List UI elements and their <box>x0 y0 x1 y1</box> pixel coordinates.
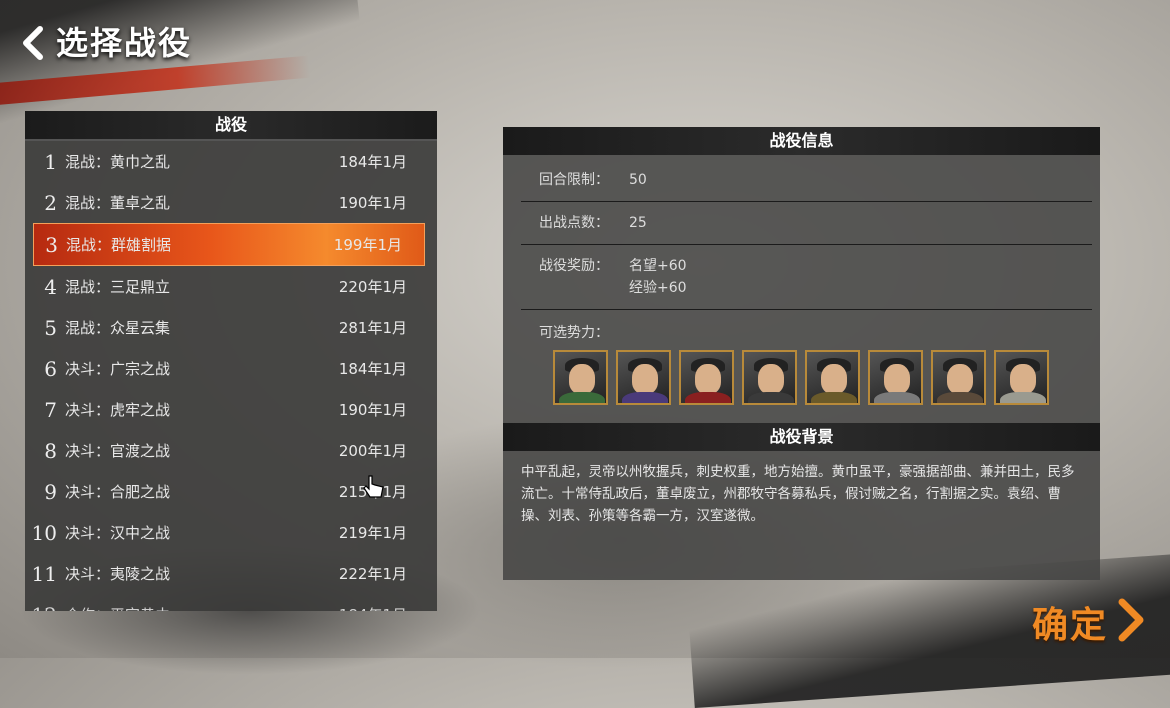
campaign-number: 5 <box>44 315 57 340</box>
campaign-info-panel: 战役信息 回合限制： 50 出战点数： 25 战役奖励： 名望+60 经验+60… <box>503 127 1100 580</box>
turn-limit-label: 回合限制： <box>539 172 609 188</box>
reward-prestige: 名望+60 <box>629 258 687 274</box>
campaign-number: 11 <box>31 561 57 586</box>
campaign-row[interactable]: 5 混战：众星云集 281年1月 <box>25 307 437 348</box>
page-title: 选择战役 <box>56 24 193 62</box>
warlord-portrait-2-icon[interactable] <box>616 350 671 405</box>
campaign-name: 决斗：广宗之战 <box>65 360 171 378</box>
campaign-date: 184年1月 <box>338 153 407 171</box>
campaign-name: 决斗：虎牢之战 <box>65 401 171 419</box>
warlord-portrait-1-icon[interactable] <box>553 350 608 405</box>
campaign-row[interactable]: 3 混战：群雄割据 199年1月 <box>33 223 425 266</box>
deploy-points-label: 出战点数： <box>539 215 609 231</box>
back-arrow-icon[interactable] <box>18 26 48 60</box>
campaign-name: 决斗：夷陵之战 <box>65 565 171 583</box>
campaign-list[interactable]: 1 混战：黄巾之乱 184年1月 2 混战：董卓之乱 190年1月 3 混战：群雄割据 199年… <box>25 141 437 611</box>
campaign-number: 8 <box>44 438 57 463</box>
campaign-date: 200年1月 <box>338 442 407 460</box>
campaign-background-text: 中平乱起，灵帝以州牧握兵，刺史权重，地方始擅。黄巾虽平，豪强据部曲、兼并田土，民… <box>521 464 1075 524</box>
campaign-name: 决斗：合肥之战 <box>65 483 171 501</box>
warlord-portrait-3-icon[interactable] <box>679 350 734 405</box>
warlord-portrait-8-icon[interactable] <box>994 350 1049 405</box>
warlord-portrait-4-icon[interactable] <box>742 350 797 405</box>
campaign-list-panel: 战役 1 混战：黄巾之乱 184年1月 2 混战：董卓之乱 190年1月 3 混战：群雄割据 1… <box>25 111 437 611</box>
campaign-row[interactable]: 11 决斗：夷陵之战 222年1月 <box>25 553 437 594</box>
campaign-date: 219年1月 <box>338 524 407 542</box>
campaign-number: 12 <box>25 603 65 612</box>
reward-values: 名望+60 经验+60 <box>629 255 687 299</box>
confirm-label: 确定 <box>1031 605 1108 646</box>
campaign-background-header: 战役背景 <box>503 423 1100 451</box>
campaign-number: 10 <box>31 520 57 545</box>
campaign-list-header: 战役 <box>25 111 437 141</box>
campaign-name: 决斗：汉中之战 <box>65 524 171 542</box>
campaign-row[interactable]: 8 决斗：官渡之战 200年1月 <box>25 430 437 471</box>
reward-row: 战役奖励： 名望+60 经验+60 <box>521 245 1092 310</box>
campaign-name: 合作：平定黄巾 <box>65 604 307 611</box>
reward-label: 战役奖励： <box>539 258 609 274</box>
campaign-number: 2 <box>44 190 57 215</box>
campaign-number: 6 <box>44 356 57 381</box>
chevron-right-icon <box>1114 598 1148 646</box>
campaign-date: 220年1月 <box>338 278 407 296</box>
campaign-row[interactable]: 4 混战：三足鼎立 220年1月 <box>25 266 437 307</box>
campaign-name: 决斗：官渡之战 <box>65 442 171 460</box>
warlord-portrait-7-icon[interactable] <box>931 350 986 405</box>
reward-experience: 经验+60 <box>629 280 687 296</box>
campaign-date: 190年1月 <box>338 194 407 212</box>
campaign-row[interactable]: 10 决斗：汉中之战 219年1月 <box>25 512 437 553</box>
turn-limit-row: 回合限制： 50 <box>521 155 1092 202</box>
forces-label: 可选势力： <box>539 325 609 341</box>
campaign-number: 3 <box>45 232 58 257</box>
page-header: 选择战役 <box>18 18 192 64</box>
turn-limit-value: 50 <box>629 172 647 188</box>
campaign-number: 9 <box>44 479 57 504</box>
campaign-date: 184年1月 <box>307 604 437 611</box>
campaign-name: 混战：群雄割据 <box>66 236 172 254</box>
campaign-name: 混战：众星云集 <box>65 319 171 337</box>
campaign-number: 7 <box>44 397 57 422</box>
warlord-portrait-5-icon[interactable] <box>805 350 860 405</box>
campaign-date: 222年1月 <box>338 565 407 583</box>
campaign-date: 199年1月 <box>333 236 402 254</box>
campaign-row[interactable]: 2 混战：董卓之乱 190年1月 <box>25 182 437 223</box>
deploy-points-value: 25 <box>629 215 647 231</box>
confirm-button[interactable]: 确定 <box>1032 596 1148 648</box>
campaign-row[interactable]: 7 决斗：虎牢之战 190年1月 <box>25 389 437 430</box>
campaign-name: 混战：黄巾之乱 <box>65 153 171 171</box>
campaign-info-header: 战役信息 <box>503 127 1100 155</box>
campaign-number: 1 <box>44 149 57 174</box>
campaign-date: 281年1月 <box>338 319 407 337</box>
warlord-portrait-6-icon[interactable] <box>868 350 923 405</box>
campaign-number: 4 <box>44 274 57 299</box>
hand-cursor-icon <box>363 474 387 504</box>
campaign-date: 184年1月 <box>338 360 407 378</box>
campaign-name: 混战：三足鼎立 <box>65 278 171 296</box>
forces-portraits <box>553 350 1100 405</box>
campaign-row[interactable]: 1 混战：黄巾之乱 184年1月 <box>25 141 437 182</box>
campaign-row[interactable]: 12合作：平定黄巾184年1月 <box>25 594 437 612</box>
deploy-points-row: 出战点数： 25 <box>521 202 1092 245</box>
campaign-name: 混战：董卓之乱 <box>65 194 171 212</box>
campaign-row[interactable]: 6 决斗：广宗之战 184年1月 <box>25 348 437 389</box>
campaign-date: 190年1月 <box>338 401 407 419</box>
